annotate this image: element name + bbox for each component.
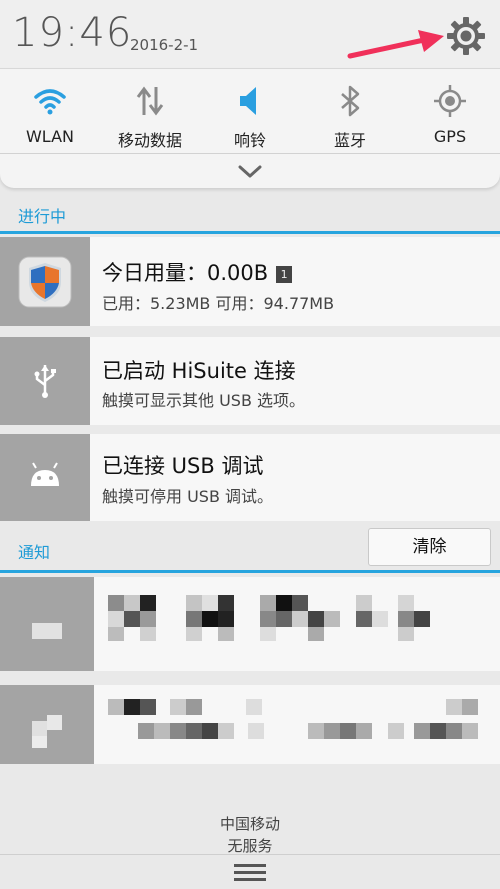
notif-title-text: 今日用量：0.00B [102,261,269,285]
notif-subtitle: 触摸可显示其他 USB 选项。 [102,391,306,410]
qs-label-bluetooth: 蓝牙 [333,131,366,150]
gps-icon [434,85,466,117]
android-icon [31,462,59,486]
settings-button[interactable] [446,16,486,56]
qs-tile-mobile-data[interactable]: 移动数据 [100,79,200,151]
notif-title: 今日用量：0.00B 1 [102,257,293,287]
clear-button[interactable]: 清除 [368,528,491,566]
notif-icon-box [0,577,94,671]
section-divider-ongoing [0,231,500,234]
red-arrow-annotation [347,30,444,59]
notif-icon-box [0,337,90,425]
clock-time: 19:46 [12,10,133,56]
pixelated-app-icon [32,721,47,736]
notif-subtitle: 触摸可停用 USB 调试。 [102,487,274,506]
bluetooth-icon [341,85,360,117]
notif-data-usage[interactable]: 今日用量：0.00B 1 已用：5.23MB 可用：94.77MB [0,237,500,326]
pixelated-app-icon-part [47,715,62,730]
qs-label-wlan: WLAN [25,127,74,146]
notif-icon-box [0,237,90,326]
pixelated-content [108,595,430,641]
quick-settings-panel: WLAN 移动数据 响铃 蓝牙 GPS [0,68,500,188]
section-title-ongoing: 进行中 [18,207,67,226]
drag-handle-icon[interactable] [234,862,266,882]
chevron-down-icon[interactable] [234,159,266,183]
pixelated-app-icon-part [32,736,47,748]
notif-title: 已启动 HiSuite 连接 [102,359,296,383]
qs-tile-gps[interactable]: GPS [400,79,500,151]
wifi-icon [34,89,66,115]
qs-label-mobile-data: 移动数据 [117,131,182,150]
qs-label-ringer: 响铃 [233,131,266,150]
pixelated-content [108,699,478,739]
notif-usb-debug[interactable]: 已连接 USB 调试 触摸可停用 USB 调试。 [0,434,500,521]
usb-icon [34,365,56,398]
mobile-data-icon [136,86,164,116]
section-title-notifications: 通知 [18,543,51,562]
qs-label-gps: GPS [433,127,467,146]
notif-icon-box [0,434,90,521]
notif-pixelated-1[interactable] [0,577,500,671]
pixelated-app-icon [32,623,62,639]
notif-icon-box [0,685,94,764]
gear-icon [447,17,485,55]
qs-tile-wlan[interactable]: WLAN [0,79,100,151]
notif-pixelated-2[interactable] [0,685,500,764]
qs-tile-ringer[interactable]: 响铃 [200,79,300,151]
carrier-name: 中国移动 [219,815,280,833]
shield-icon [18,256,72,308]
notif-subtitle: 已用：5.23MB 可用：94.77MB [102,294,335,313]
count-badge: 1 [276,266,293,283]
notif-title: 已连接 USB 调试 [102,454,264,478]
clock-date: 2016-2-1 [130,36,199,54]
ringer-icon [240,87,256,115]
service-status: 无服务 [227,837,273,855]
status-header: 19:46 2016-2-1 [0,0,500,68]
section-divider-notifications [0,570,500,573]
qs-tile-bluetooth[interactable]: 蓝牙 [300,79,400,151]
notif-hisuite[interactable]: 已启动 HiSuite 连接 触摸可显示其他 USB 选项。 [0,337,500,425]
footer-divider [0,854,500,855]
qs-divider [0,153,500,154]
